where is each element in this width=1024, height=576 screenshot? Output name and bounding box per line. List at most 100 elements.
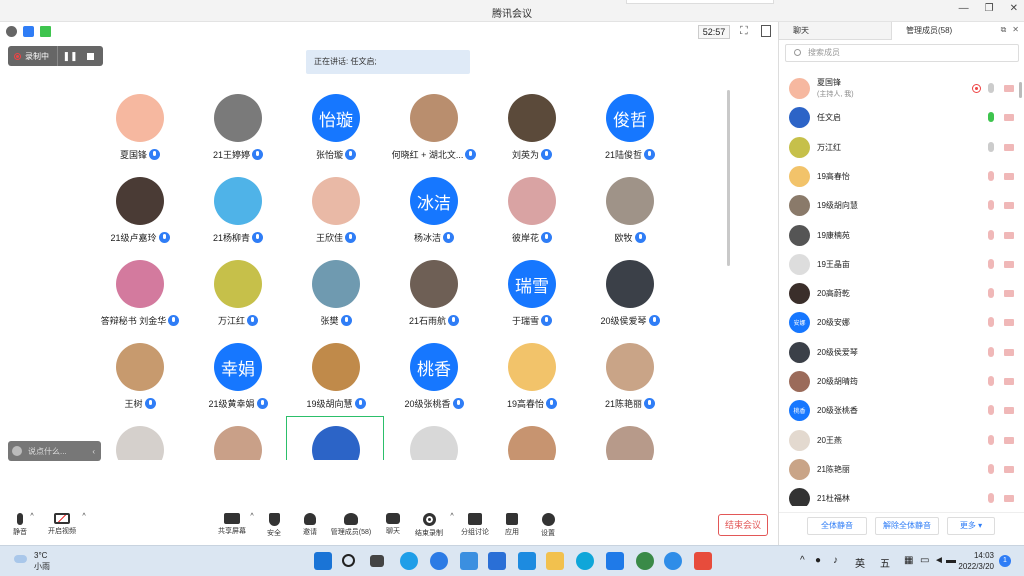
member-row[interactable]: 19高春怡 <box>779 162 1024 191</box>
mute-all-button[interactable]: 全体静音 <box>807 517 867 535</box>
tencent-meeting-icon[interactable] <box>606 552 624 570</box>
participant-tile[interactable]: 冰洁 杨冰洁 <box>384 177 484 257</box>
participant-tile[interactable]: 21杨柳青 <box>188 177 288 257</box>
microphone-icon[interactable] <box>988 141 994 152</box>
chat-button[interactable]: 聊天 <box>373 513 413 536</box>
camera-off-icon[interactable] <box>1004 465 1014 473</box>
member-row[interactable]: 20王燕 <box>779 426 1024 455</box>
mic-muted-icon[interactable] <box>988 346 994 357</box>
ime-wubi[interactable]: 五 <box>880 555 890 570</box>
camera-off-icon[interactable] <box>1004 260 1014 268</box>
member-row[interactable]: 19王晶亩 <box>779 250 1024 279</box>
participant-tile[interactable]: 欧牧 <box>580 177 680 257</box>
camera-off-icon[interactable] <box>1004 114 1014 122</box>
file-explorer-icon[interactable] <box>546 552 564 570</box>
camera-off-icon[interactable] <box>1004 202 1014 210</box>
tray-app-icon[interactable]: ● <box>815 555 821 566</box>
member-row[interactable]: 20级侯爱琴 <box>779 338 1024 367</box>
participant-tile[interactable]: 20级侯爱琴 <box>580 260 680 340</box>
participant-tile[interactable] <box>286 416 386 460</box>
participant-tile[interactable]: 王欣佳 <box>286 177 386 257</box>
video-options-chevron-icon[interactable]: ^ <box>74 513 94 520</box>
volume-icon[interactable]: ◄ <box>934 555 944 566</box>
member-list-scrollbar[interactable] <box>1019 82 1022 98</box>
ime-english[interactable]: 英 <box>855 555 865 570</box>
more-button[interactable]: 更多 ▾ <box>947 517 995 535</box>
participant-tile[interactable]: 21王婷婷 <box>188 94 288 174</box>
camera-off-icon[interactable] <box>1004 495 1014 503</box>
mic-muted-icon[interactable] <box>988 493 994 504</box>
mic-muted-icon[interactable] <box>988 288 994 299</box>
participant-tile[interactable]: 答辩秘书 刘金华 <box>90 260 190 340</box>
panel-close-icon[interactable]: ✕ <box>1012 25 1019 35</box>
edge-icon[interactable] <box>576 552 594 570</box>
tray-mic-icon[interactable]: ♪ <box>833 555 838 566</box>
notification-badge[interactable]: 1 <box>999 555 1011 567</box>
member-row[interactable]: 19康楠苑 <box>779 221 1024 250</box>
participant-tile[interactable]: 幸娟 21级黄幸娟 <box>188 343 288 423</box>
clock[interactable]: 14:03 2022/3/20 <box>956 550 994 572</box>
shield-icon[interactable] <box>23 26 34 37</box>
security-button[interactable]: 安全 <box>254 513 294 538</box>
participant-tile[interactable]: 张樊 <box>286 260 386 340</box>
participant-tile[interactable]: 21级卢嘉玲 <box>90 177 190 257</box>
participant-tile[interactable]: 俊哲 21陆俊哲 <box>580 94 680 174</box>
camera-off-icon[interactable] <box>1004 85 1014 92</box>
member-row[interactable]: 万江红 <box>779 133 1024 162</box>
member-row[interactable]: 夏国锋 (主持人, 我) <box>779 74 1024 103</box>
quick-chat-input[interactable]: 说点什么... ‹ <box>8 441 101 461</box>
mic-muted-icon[interactable] <box>988 258 994 269</box>
restore-icon[interactable]: ❐ <box>985 3 994 14</box>
tab-chat[interactable]: 聊天 <box>779 22 891 40</box>
member-row[interactable]: 20高蔚乾 <box>779 279 1024 308</box>
apps-button[interactable]: 应用 <box>492 513 532 537</box>
participant-tile[interactable]: 彼岸花 <box>482 177 582 257</box>
participant-tile[interactable]: 怡璇 张怡璇 <box>286 94 386 174</box>
pause-recording-button[interactable]: ❚❚ <box>62 46 78 66</box>
network-icon[interactable]: ▭ <box>920 555 929 566</box>
mic-muted-icon[interactable] <box>988 170 994 181</box>
task-view-icon[interactable] <box>370 555 384 567</box>
windows-start-icon[interactable] <box>314 552 332 570</box>
mic-muted-icon[interactable] <box>988 376 994 386</box>
camera-off-icon[interactable] <box>1004 407 1014 415</box>
participant-tile[interactable]: 万江红 <box>188 260 288 340</box>
app-green-icon[interactable] <box>636 552 654 570</box>
mute-options-chevron-icon[interactable]: ^ <box>22 513 42 520</box>
member-row[interactable]: 21陈艳丽 <box>779 455 1024 484</box>
wps-icon[interactable] <box>694 552 712 570</box>
manage-members-button[interactable]: 管理成员(58) <box>326 513 376 537</box>
member-row[interactable]: 桃香 20级张桃香 <box>779 396 1024 425</box>
edge-browser-icon[interactable] <box>400 552 418 570</box>
camera-off-icon[interactable] <box>1004 378 1014 385</box>
unmute-all-button[interactable]: 解除全体静音 <box>875 517 939 535</box>
member-row[interactable]: 安娜 20级安娜 <box>779 308 1024 337</box>
participant-tile[interactable]: 桃香 20级张桃香 <box>384 343 484 423</box>
participant-tile[interactable]: 瑞雪 于瑞雪 <box>482 260 582 340</box>
member-row[interactable]: 19级胡向慧 <box>779 191 1024 220</box>
participant-tile[interactable] <box>482 426 582 460</box>
member-row[interactable]: 20级胡晴筠 <box>779 367 1024 396</box>
app-blue-icon[interactable] <box>430 552 448 570</box>
mic-muted-icon[interactable] <box>988 200 994 211</box>
breakout-button[interactable]: 分组讨论 <box>455 513 495 537</box>
camera-off-icon[interactable] <box>1004 172 1014 180</box>
info-icon[interactable] <box>6 26 17 37</box>
emoji-icon[interactable] <box>12 446 22 456</box>
mic-muted-icon[interactable] <box>988 434 994 445</box>
end-meeting-button[interactable]: 结束会议 <box>718 514 768 536</box>
member-row[interactable]: 任文启 <box>779 103 1024 132</box>
stop-recording-button[interactable] <box>82 46 98 66</box>
tray-chevron-icon[interactable]: ^ <box>800 555 805 566</box>
battery-icon[interactable]: ▬ <box>946 555 956 566</box>
grid-scrollbar[interactable] <box>727 90 730 266</box>
mic-muted-icon[interactable] <box>988 317 994 328</box>
popout-icon[interactable]: ⧉ <box>1001 25 1007 35</box>
microphone-icon[interactable] <box>988 83 994 93</box>
invite-button[interactable]: 邀请 <box>290 513 330 537</box>
mic-muted-icon[interactable] <box>988 229 994 240</box>
participant-tile[interactable]: 19级胡向慧 <box>286 343 386 423</box>
participant-tile[interactable]: 21石雨航 <box>384 260 484 340</box>
fullscreen-icon[interactable]: ⛶ <box>740 25 748 38</box>
panel-toggle-icon[interactable] <box>761 25 771 37</box>
